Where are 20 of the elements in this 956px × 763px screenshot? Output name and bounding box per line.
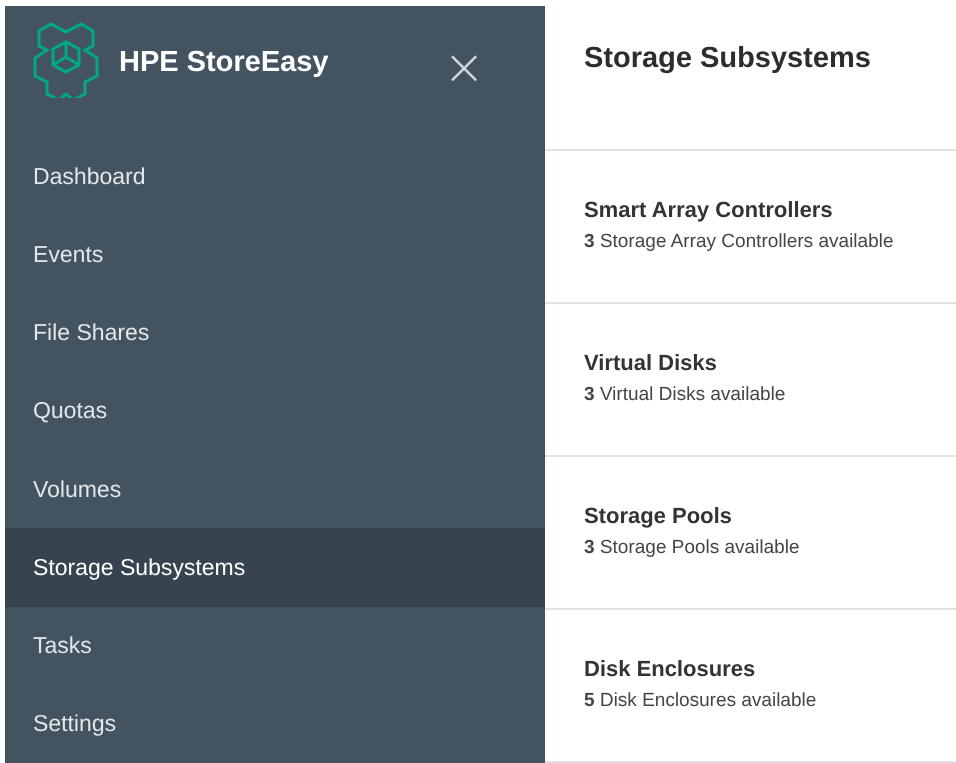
close-button[interactable]: × <box>443 48 485 86</box>
brand-name: HPE StoreEasy <box>119 46 329 79</box>
logo-icon <box>33 20 99 98</box>
card-title: Storage Pools <box>584 502 733 529</box>
nav-item[interactable]: Storage Subsystems <box>5 528 545 606</box>
nav-item[interactable]: Events <box>5 215 545 294</box>
card-title: Virtual Disks <box>584 350 718 376</box>
nav-item[interactable]: File Shares <box>5 293 545 372</box>
card-summary: 3 Storage Array Controllers available <box>584 230 894 253</box>
card-title: Disk Enclosures <box>584 656 756 682</box>
nav-item[interactable]: Quotas <box>5 372 545 450</box>
card-summary: 3 Storage Pools available <box>584 536 800 559</box>
page-title: Storage Subsystems <box>545 6 956 151</box>
card-title: Smart Array Controllers <box>584 196 834 223</box>
card-summary: 5 Disk Enclosures available <box>584 690 818 712</box>
nav-item[interactable]: Settings <box>5 684 545 763</box>
nav-item[interactable]: Volumes <box>5 450 545 528</box>
nav-item[interactable]: Dashboard <box>5 136 545 216</box>
card-summary: 3 Virtual Disks available <box>584 384 786 406</box>
nav-item[interactable]: Tasks <box>5 606 545 685</box>
